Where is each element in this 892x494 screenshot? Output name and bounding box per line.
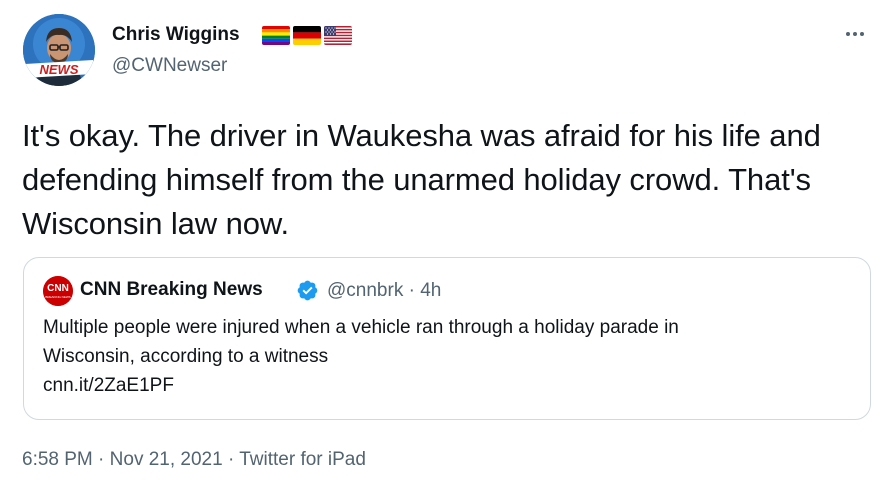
quoted-text-line-1: Multiple people were injured when a vehi… xyxy=(43,317,679,338)
quoted-tweet-card[interactable]: CNN BREAKING NEWS CNN Breaking News @cnn… xyxy=(23,257,871,420)
author-display-name[interactable]: Chris Wiggins xyxy=(112,24,240,46)
more-options-button[interactable] xyxy=(840,22,870,46)
author-handle[interactable]: @CWNewser xyxy=(112,55,227,77)
quoted-handle-time[interactable]: @cnnbrk · 4h xyxy=(327,280,441,302)
more-horizontal-icon xyxy=(846,32,864,36)
rainbow-flag-icon xyxy=(262,26,290,45)
tweet-source: Twitter for iPad xyxy=(239,449,366,470)
quoted-display-name[interactable]: CNN Breaking News xyxy=(80,279,263,301)
tweet-date-link[interactable]: Nov 21, 2021 xyxy=(110,449,223,470)
tweet-meta: 6:58 PM · Nov 21, 2021 · Twitter for iPa… xyxy=(22,449,366,471)
verified-badge-icon xyxy=(297,280,318,301)
germany-flag-icon xyxy=(293,26,321,45)
author-avatar[interactable]: NEWS xyxy=(23,14,95,86)
tweet-text: It's okay. The driver in Waukesha was af… xyxy=(22,118,821,241)
quoted-link[interactable]: cnn.it/2ZaE1PF xyxy=(43,371,843,400)
cnn-logo-icon: CNN BREAKING NEWS xyxy=(43,276,73,306)
tweet-time-link[interactable]: 6:58 PM xyxy=(22,449,93,470)
cnn-logo-avatar[interactable]: CNN BREAKING NEWS xyxy=(43,276,73,306)
avatar-image: NEWS xyxy=(23,14,95,86)
avatar-badge-text: NEWS xyxy=(40,62,79,77)
cnn-logo-subtext: BREAKING NEWS xyxy=(45,295,70,299)
quoted-tweet-text: Multiple people were injured when a vehi… xyxy=(43,313,843,400)
usa-flag-icon xyxy=(324,26,352,45)
author-flags xyxy=(262,26,352,45)
meta-separator: · xyxy=(92,449,110,470)
meta-separator: · xyxy=(222,449,240,470)
quoted-text-line-2: Wisconsin, according to a witness xyxy=(43,346,329,367)
cnn-logo-text: CNN xyxy=(47,283,69,294)
